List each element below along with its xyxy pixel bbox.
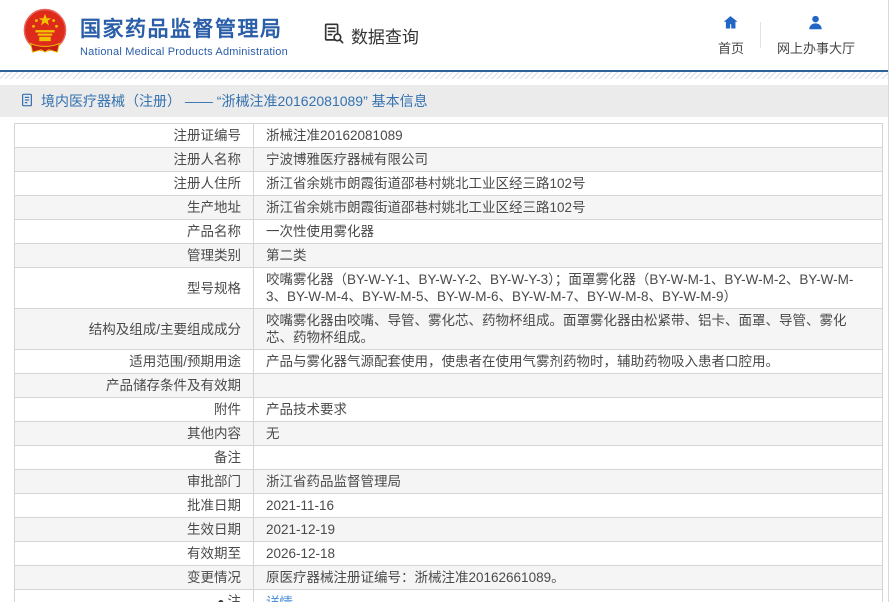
row-label: 注册证编号	[14, 123, 254, 148]
row-label: 产品储存条件及有效期	[14, 373, 254, 398]
breadcrumb: 境内医疗器械（注册） —— “浙械注准20162081089” 基本信息	[0, 85, 889, 117]
detail-panel: 注册证编号 浙械注准20162081089 注册人名称 宁波博雅医疗器械有限公司 注…	[0, 123, 895, 602]
row-value: 2026-12-18	[253, 541, 883, 566]
row-value	[253, 373, 883, 398]
row-value: 浙江省余姚市朗霞街道邵巷村姚北工业区经三路102号	[253, 195, 883, 220]
nav-home[interactable]: 首页	[702, 14, 760, 57]
row-value: 产品与雾化器气源配套使用，使患者在使用气雾剂药物时，辅助药物吸入患者口腔用。	[253, 349, 883, 374]
page-edge-line	[888, 0, 889, 602]
table-row: 型号规格 咬嘴雾化器（BY-W-Y-1、BY-W-Y-2、BY-W-Y-3）；面罩…	[14, 267, 883, 309]
row-label: 附件	[14, 397, 254, 422]
header-nav: 首页 网上办事大厅	[702, 14, 871, 57]
row-value: 详情	[253, 589, 883, 602]
row-label: 结构及组成/主要组成成分	[14, 308, 254, 350]
document-search-icon	[322, 22, 344, 49]
row-label: 审批部门	[14, 469, 254, 494]
row-label: 产品名称	[14, 219, 254, 244]
page: 国家药品监督管理局 National Medical Products Admi…	[0, 0, 895, 602]
row-value: 浙械注准20162081089	[253, 123, 883, 148]
table-row: 结构及组成/主要组成成分 咬嘴雾化器由咬嘴、导管、雾化芯、药物杯组成。面罩雾化器由…	[14, 308, 883, 350]
site-title: 国家药品监督管理局	[80, 17, 283, 41]
table-row: 注册人名称 宁波博雅医疗器械有限公司	[14, 147, 883, 172]
table-row: 生效日期 2021-12-19	[14, 517, 883, 542]
table-row: 其他内容无	[14, 421, 883, 446]
row-label: 适用范围/预期用途	[14, 349, 254, 374]
table-row: ● 注 详情	[14, 589, 883, 602]
row-value: 无	[253, 421, 883, 446]
home-icon	[722, 14, 739, 34]
row-value: 宁波博雅医疗器械有限公司	[253, 147, 883, 172]
row-value: 2021-11-16	[253, 493, 883, 518]
row-label: 生产地址	[14, 195, 254, 220]
data-query-label: 数据查询	[350, 27, 419, 47]
row-label: 备注	[14, 445, 254, 470]
table-row: 管理类别 第二类	[14, 243, 883, 268]
table-row: 生产地址 浙江省余姚市朗霞街道邵巷村姚北工业区经三路102号	[14, 195, 883, 220]
table-row: 产品储存条件及有效期	[14, 373, 883, 398]
user-icon	[807, 14, 824, 34]
note-icon: ●	[217, 595, 225, 602]
table-row: 注册证编号 浙械注准20162081089	[14, 123, 883, 148]
table-row: 产品名称 一次性使用雾化器	[14, 219, 883, 244]
breadcrumb-text: 境内医疗器械（注册） —— “浙械注准20162081089” 基本信息	[41, 93, 428, 109]
row-label: 批准日期	[14, 493, 254, 518]
row-label: 型号规格	[14, 267, 254, 309]
data-query-tab[interactable]: 数据查询	[322, 22, 419, 49]
row-value: 咬嘴雾化器由咬嘴、导管、雾化芯、药物杯组成。面罩雾化器由松紧带、铝卡、面罩、导管…	[253, 308, 883, 350]
row-label: 其他内容	[14, 421, 254, 446]
table-row: 备注	[14, 445, 883, 470]
details-link[interactable]: 详情	[266, 595, 293, 602]
table-row: 有效期至 2026-12-18	[14, 541, 883, 566]
row-label: 变更情况	[14, 565, 254, 590]
nav-home-label: 首页	[717, 40, 744, 56]
row-value: 产品技术要求	[253, 397, 883, 422]
row-value	[253, 445, 883, 470]
row-label: 注册人住所	[14, 171, 254, 196]
hatch-band	[0, 72, 889, 79]
table-row: 注册人住所 浙江省余姚市朗霞街道邵巷村姚北工业区经三路102号	[14, 171, 883, 196]
logo-text: 国家药品监督管理局 National Medical Products Admi…	[80, 13, 288, 58]
table-row: 附件 产品技术要求	[14, 397, 883, 422]
table-row: 批准日期 2021-11-16	[14, 493, 883, 518]
row-label: 注册人名称	[14, 147, 254, 172]
site-logo[interactable]: 国家药品监督管理局 National Medical Products Admi…	[22, 7, 288, 64]
row-value: 2021-12-19	[253, 517, 883, 542]
row-label: 生效日期	[14, 517, 254, 542]
site-header: 国家药品监督管理局 National Medical Products Admi…	[0, 0, 895, 70]
row-value: 原医疗器械注册证编号：浙械注准20162661089。	[253, 565, 883, 590]
row-label: 有效期至	[14, 541, 254, 566]
nav-service-hall[interactable]: 网上办事大厅	[761, 14, 871, 57]
row-value: 一次性使用雾化器	[253, 219, 883, 244]
document-icon	[20, 93, 34, 110]
registration-detail-table: 注册证编号 浙械注准20162081089 注册人名称 宁波博雅医疗器械有限公司 注…	[14, 123, 883, 602]
nav-service-hall-label: 网上办事大厅	[776, 40, 855, 56]
row-value: 第二类	[253, 243, 883, 268]
row-value: 浙江省余姚市朗霞街道邵巷村姚北工业区经三路102号	[253, 171, 883, 196]
site-subtitle: National Medical Products Administration	[80, 45, 288, 58]
china-national-emblem-icon	[22, 7, 68, 64]
row-label: 管理类别	[14, 243, 254, 268]
row-value: 浙江省药品监督管理局	[253, 469, 883, 494]
row-label: ● 注	[14, 589, 254, 602]
row-value: 咬嘴雾化器（BY-W-Y-1、BY-W-Y-2、BY-W-Y-3）；面罩雾化器（…	[253, 267, 883, 309]
table-row: 变更情况 原医疗器械注册证编号：浙械注准20162661089。	[14, 565, 883, 590]
table-row: 审批部门 浙江省药品监督管理局	[14, 469, 883, 494]
table-row: 适用范围/预期用途 产品与雾化器气源配套使用，使患者在使用气雾剂药物时，辅助药物吸…	[14, 349, 883, 374]
